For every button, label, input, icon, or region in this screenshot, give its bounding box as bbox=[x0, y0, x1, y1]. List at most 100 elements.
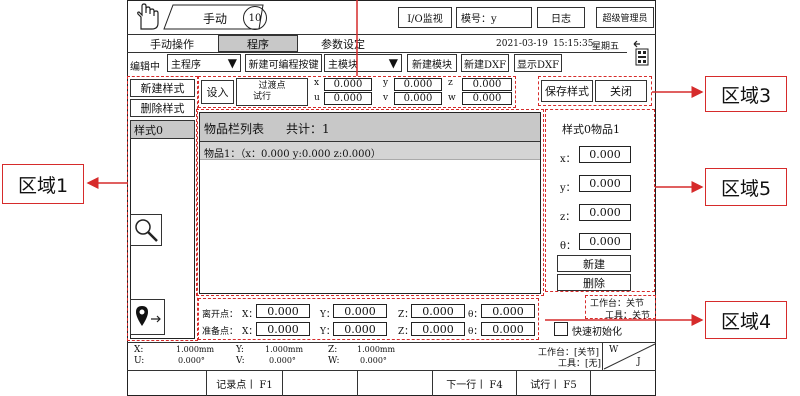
leave-z-field[interactable]: 0.000 bbox=[411, 304, 465, 318]
fast-init-label: 快速初始化 bbox=[572, 327, 622, 338]
coord-z-label: z bbox=[448, 78, 453, 88]
coord-y-label: y bbox=[383, 78, 389, 88]
mode-w-label: W bbox=[609, 345, 619, 355]
detail-theta-field[interactable]: 0.000 bbox=[579, 233, 631, 250]
speed-dial-icon: 10 bbox=[243, 6, 267, 30]
module-select-value: 主模块 bbox=[328, 59, 358, 71]
detail-title: 样式0物品1 bbox=[562, 123, 620, 136]
close-button[interactable]: 关闭 bbox=[595, 80, 647, 102]
new-item-button[interactable]: 新建 bbox=[557, 255, 631, 272]
status-v-label: V: bbox=[236, 356, 245, 366]
style-list-item[interactable]: 样式0 bbox=[130, 120, 195, 139]
coord-v-label: v bbox=[383, 93, 389, 103]
trial-run-button[interactable]: 试行丨 F5 bbox=[517, 371, 590, 395]
log-button[interactable]: 日志 bbox=[537, 7, 585, 28]
leave-x-field[interactable]: 0.000 bbox=[256, 304, 310, 318]
qr-icon[interactable] bbox=[632, 40, 650, 68]
locate-button[interactable] bbox=[130, 299, 165, 335]
detail-x-field[interactable]: 0.000 bbox=[579, 146, 631, 163]
location-pin-icon bbox=[135, 306, 161, 326]
tab-program[interactable]: 程序 bbox=[218, 35, 298, 52]
delete-style-button[interactable]: 删除样式 bbox=[130, 99, 195, 117]
prep-x-field[interactable]: 0.000 bbox=[256, 322, 310, 336]
status-v-value: 0.000° bbox=[269, 356, 296, 365]
leave-point-label: 离开点： bbox=[202, 310, 239, 320]
detail-z-field[interactable]: 0.000 bbox=[579, 204, 631, 221]
new-module-button[interactable]: 新建模块 bbox=[407, 54, 457, 72]
chevron-down-icon: ▼ bbox=[227, 56, 237, 70]
model-field[interactable]: 模号：y bbox=[456, 7, 532, 28]
status-x-label: X: bbox=[134, 345, 144, 355]
detail-y-label: y： bbox=[560, 183, 576, 194]
status-y-label: Y: bbox=[236, 345, 244, 355]
coord-y-field[interactable]: 0.000 bbox=[394, 78, 442, 91]
chevron-down-icon: ▼ bbox=[388, 56, 398, 70]
new-dxf-button[interactable]: 新建DXF bbox=[461, 54, 509, 72]
tool-status: 工具：关节 bbox=[605, 311, 651, 321]
status-x-value: 1.000mm bbox=[176, 345, 215, 354]
save-style-button[interactable]: 保存样式 bbox=[541, 80, 593, 102]
edit-label: 编辑中 bbox=[130, 62, 160, 73]
coord-u-label: u bbox=[314, 93, 320, 103]
prep-point-label: 准备点： bbox=[202, 327, 239, 337]
fast-init-checkbox[interactable] bbox=[554, 322, 568, 336]
prep-t-field[interactable]: 0.000 bbox=[481, 322, 535, 336]
leave-t-field[interactable]: 0.000 bbox=[481, 304, 535, 318]
coord-z-field[interactable]: 0.000 bbox=[462, 78, 512, 91]
io-monitor-button[interactable]: I/O监视 bbox=[398, 7, 452, 28]
funckey-sep bbox=[357, 370, 358, 396]
tab-manual[interactable]: 手动操作 bbox=[128, 35, 216, 52]
coord-x-label: x bbox=[314, 78, 320, 88]
coord-u-field[interactable]: 0.000 bbox=[324, 92, 372, 105]
item-list-title: 物品栏列表 bbox=[204, 122, 265, 136]
tab-params[interactable]: 参数设定 bbox=[300, 35, 386, 52]
hand-icon[interactable] bbox=[132, 3, 162, 31]
status-w-label: W: bbox=[328, 356, 340, 366]
funckey-sep bbox=[282, 370, 283, 396]
set-in-button[interactable]: 设入 bbox=[201, 80, 234, 104]
region1-callout: 区域1 bbox=[2, 164, 84, 204]
record-point-button[interactable]: 记录点丨 F1 bbox=[207, 371, 282, 395]
prep-y-field[interactable]: 0.000 bbox=[333, 322, 387, 336]
tab-divider bbox=[127, 52, 627, 53]
mode-indicator[interactable]: 手动 10 bbox=[163, 4, 271, 30]
status-u-label: U: bbox=[134, 356, 145, 366]
next-line-button[interactable]: 下一行丨 F4 bbox=[433, 371, 516, 395]
prep-z-field[interactable]: 0.000 bbox=[411, 322, 465, 336]
region4-callout: 区域4 bbox=[705, 301, 787, 339]
detail-y-field[interactable]: 0.000 bbox=[579, 175, 631, 192]
trial-run-label: 试行 bbox=[252, 92, 271, 102]
coord-v-field[interactable]: 0.000 bbox=[394, 92, 442, 105]
show-dxf-button[interactable]: 显示DXF bbox=[514, 54, 562, 72]
detail-x-label: x： bbox=[560, 154, 576, 165]
user-button[interactable]: 超级管理员 bbox=[596, 7, 654, 28]
coord-x-field[interactable]: 0.000 bbox=[324, 78, 372, 91]
statusbar-divider bbox=[127, 342, 656, 343]
item-list-header: 物品栏列表 共计：1 bbox=[200, 113, 540, 142]
new-style-button[interactable]: 新建样式 bbox=[130, 79, 195, 97]
coord-w-field[interactable]: 0.000 bbox=[462, 92, 512, 105]
status-y-value: 1.000mm bbox=[265, 345, 304, 354]
status-z-value: 1.000mm bbox=[357, 345, 396, 354]
transition-trial-button[interactable]: 过渡点 试行 bbox=[236, 78, 308, 106]
speed-value: 10 bbox=[248, 12, 262, 24]
item-count: 共计：1 bbox=[286, 122, 330, 136]
coord-mode-toggle[interactable]: W J bbox=[602, 343, 656, 370]
magnifier-icon bbox=[135, 219, 158, 242]
funckey-sep bbox=[590, 370, 591, 396]
detail-theta-label: θ： bbox=[560, 241, 577, 252]
mode-label: 手动 bbox=[203, 12, 228, 26]
zoom-button[interactable] bbox=[130, 214, 162, 246]
mode-j-label: J bbox=[637, 357, 641, 367]
list-item[interactable]: 物品1：（x：0.000 y:0.000 z:0.000） bbox=[200, 142, 540, 160]
detail-z-label: z： bbox=[560, 212, 576, 223]
leave-y-field[interactable]: 0.000 bbox=[333, 304, 387, 318]
module-select[interactable]: 主模块 ▼ bbox=[324, 54, 402, 72]
region5-callout: 区域5 bbox=[705, 168, 787, 206]
date-text: 2021-03-19 bbox=[496, 39, 548, 49]
delete-item-button[interactable]: 删除 bbox=[557, 274, 631, 291]
coord-w-label: w bbox=[448, 93, 456, 103]
new-key-button[interactable]: 新建可编程按键 bbox=[245, 54, 322, 72]
time-text: 15:15:35 bbox=[553, 39, 594, 49]
program-select[interactable]: 主程序 ▼ bbox=[167, 54, 241, 72]
